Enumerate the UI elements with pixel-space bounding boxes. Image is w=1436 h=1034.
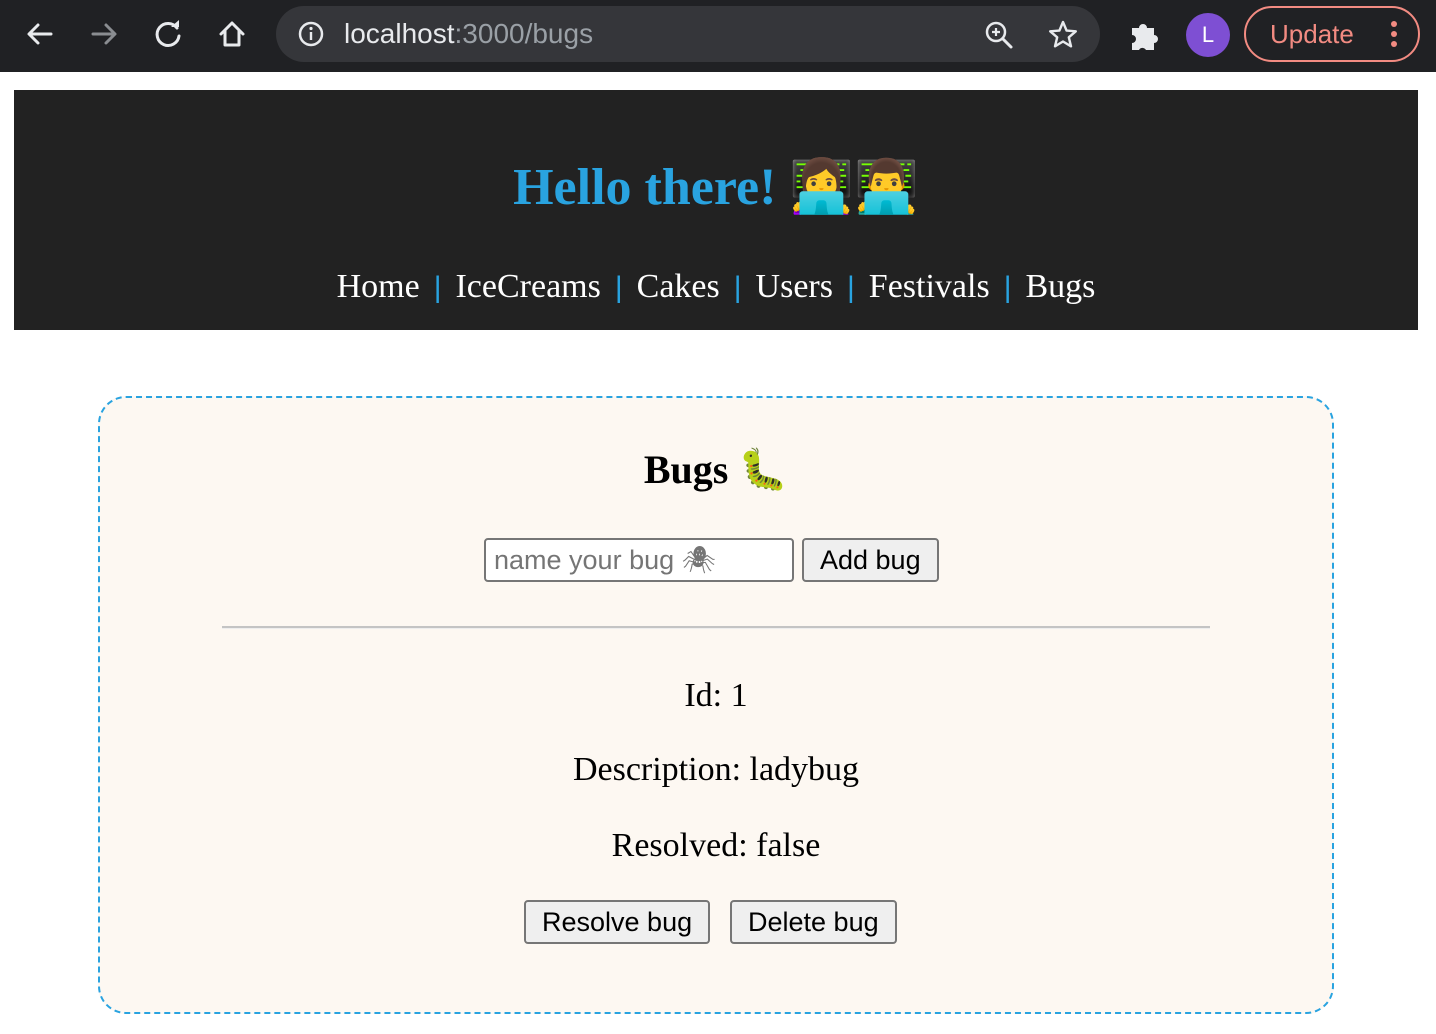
home-button[interactable] — [210, 12, 254, 56]
bug-id: Id: 1 — [684, 677, 748, 714]
nav-link-festivals[interactable]: Festivals — [869, 268, 990, 305]
reload-button[interactable] — [146, 12, 190, 56]
back-icon — [27, 23, 53, 45]
nav-link-users[interactable]: Users — [756, 268, 833, 305]
divider — [222, 626, 1210, 629]
browser-toolbar: localhost:3000/bugs L Update — [0, 0, 1436, 72]
delete-bug-button[interactable]: Delete bug — [730, 900, 897, 944]
update-button[interactable]: Update — [1244, 6, 1420, 62]
nav-separator: | — [1003, 271, 1012, 304]
bug-name-input[interactable] — [484, 538, 794, 582]
nav-separator: | — [733, 271, 742, 304]
coder-emoji-icon: 👩‍💻👨‍💻 — [789, 159, 919, 216]
nav-link-home[interactable]: Home — [337, 268, 420, 305]
bugs-title: Bugs 🐛 — [643, 447, 789, 492]
bug-description: Description: ladybug — [572, 751, 860, 788]
main-nav: Home | IceCreams | Cakes | Users | Festivals | Bug… — [14, 262, 1418, 313]
info-icon[interactable] — [298, 21, 324, 47]
url-text[interactable]: localhost:3000/bugs — [344, 6, 593, 62]
reload-icon — [155, 20, 181, 47]
bugs-card: Bugs 🐛 Add bug Id: 1 Description: ladybu… — [98, 396, 1334, 1014]
site-title: Hello there! 👩‍💻👨‍💻 — [14, 148, 1418, 228]
site-title-text: Hello there! — [513, 159, 777, 216]
nav-link-bugs[interactable]: Bugs — [1025, 268, 1095, 305]
zoom-icon[interactable] — [982, 18, 1016, 52]
star-icon[interactable] — [1046, 18, 1080, 52]
url-host: localhost — [344, 18, 455, 49]
forward-icon — [91, 23, 117, 45]
nav-separator: | — [614, 271, 623, 304]
profile-avatar[interactable]: L — [1186, 13, 1230, 57]
add-bug-button[interactable]: Add bug — [802, 538, 939, 582]
url-path: :3000/bugs — [454, 18, 594, 49]
nav-link-cakes[interactable]: Cakes — [637, 268, 720, 305]
nav-separator: | — [846, 271, 855, 304]
bug-resolved-status: Resolved: false — [611, 827, 821, 864]
home-icon — [219, 21, 245, 47]
kebab-menu-icon — [1391, 21, 1397, 47]
nav-link-icecreams[interactable]: IceCreams — [455, 268, 600, 305]
address-bar[interactable]: localhost:3000/bugs — [276, 6, 1100, 62]
extensions-icon[interactable] — [1124, 16, 1164, 56]
nav-separator: | — [433, 271, 442, 304]
forward-button[interactable] — [82, 12, 126, 56]
update-label: Update — [1270, 19, 1354, 49]
site-header: Hello there! 👩‍💻👨‍💻 Home | IceCreams | Cakes… — [14, 90, 1418, 330]
back-button[interactable] — [18, 12, 62, 56]
resolve-bug-button[interactable]: Resolve bug — [524, 900, 711, 944]
